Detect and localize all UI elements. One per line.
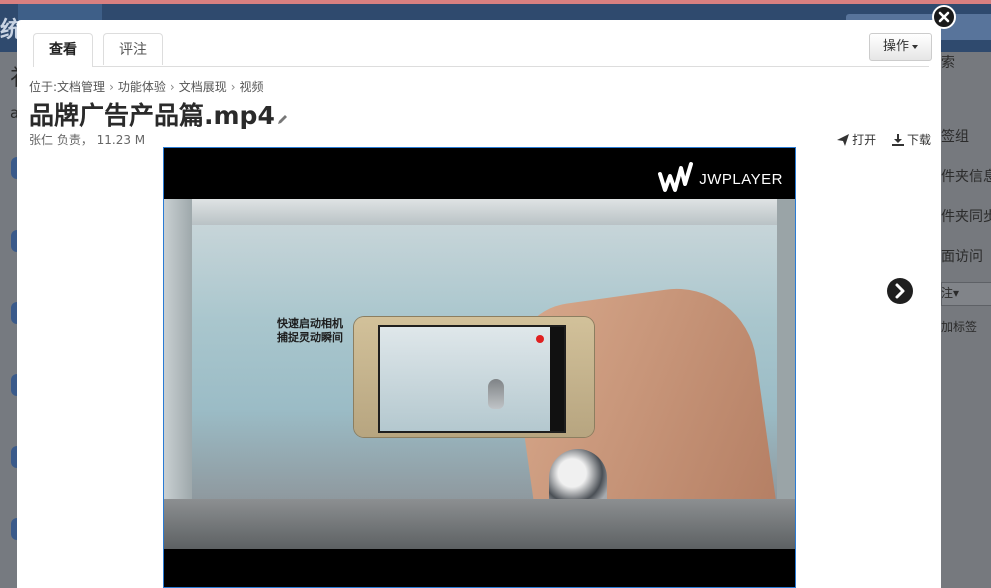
window-frame — [164, 199, 192, 549]
download-icon — [891, 134, 904, 146]
file-title-text: 品牌广告产品篇.mp4 — [29, 101, 275, 130]
phone-screen-sidebar — [550, 327, 564, 431]
record-dot-icon — [536, 335, 544, 343]
caption-line: 捕捉灵动瞬间 — [277, 331, 343, 344]
video-frame: 快速启动相机 捕捉灵动瞬间 — [164, 199, 795, 549]
breadcrumb-item[interactable]: 功能体验 — [118, 80, 166, 94]
jwplayer-brand: JWPLAYER — [699, 170, 783, 188]
open-link[interactable]: 打开 — [837, 131, 876, 148]
breadcrumb: 位于:文档管理 › 功能体验 › 文档展现 › 视频 — [29, 78, 264, 95]
breadcrumb-item[interactable]: 文档管理 — [57, 80, 105, 94]
tab-view[interactable]: 查看 — [33, 33, 93, 67]
background-right-item: 签组 — [941, 129, 969, 145]
small-bird-image — [488, 379, 504, 409]
video-caption: 快速启动相机 捕捉灵动瞬间 — [277, 317, 343, 345]
breadcrumb-separator: › — [109, 80, 114, 94]
jwplayer-logo: JWPLAYER — [657, 160, 783, 198]
file-title: 品牌广告产品篇.mp4 — [29, 96, 288, 132]
file-meta: 张仁 负责， 11.23 M — [29, 133, 146, 147]
background-right-item: 注▾ — [941, 286, 960, 300]
topbar-accent-line — [0, 0, 991, 4]
background-right-item: 索 — [941, 55, 955, 71]
next-document-button[interactable] — [887, 278, 913, 304]
open-label: 打开 — [852, 133, 877, 147]
close-icon — [938, 11, 950, 23]
window-frame — [777, 199, 795, 549]
phone-screen — [378, 325, 566, 433]
breadcrumb-item[interactable]: 文档展现 — [179, 80, 227, 94]
letterbox-bottom — [164, 549, 795, 587]
document-preview-dialog: 查看 评注 操作 位于:文档管理 › 功能体验 › 文档展现 › 视频 品牌广告产品篇.mp… — [17, 20, 941, 588]
background-right-item: 加标签 — [941, 320, 978, 334]
operations-dropdown-button[interactable]: 操作 — [869, 33, 933, 61]
caret-down-icon — [912, 44, 919, 49]
video-player[interactable]: JWPLAYER 快速启动相机 捕捉灵动瞬间 — [163, 147, 796, 588]
jwplayer-mark-icon — [658, 162, 694, 192]
dialog-tabs: 查看 评注 — [33, 33, 929, 67]
breadcrumb-item[interactable]: 视频 — [240, 80, 264, 94]
background-right-panel: 索 签组 件夹信息 件夹同步 面访问 注▾ 加标签 — [941, 52, 991, 588]
background-right-item: 面访问 — [941, 249, 983, 265]
operations-label: 操作 — [883, 39, 910, 54]
close-dialog-button[interactable] — [932, 5, 956, 29]
chevron-right-icon — [895, 283, 905, 299]
phone-image — [354, 317, 594, 437]
pencil-icon[interactable] — [277, 102, 288, 131]
window-frame — [164, 199, 795, 225]
breadcrumb-separator: › — [169, 80, 175, 94]
railing — [164, 499, 795, 549]
file-actions: 打开 下载 — [825, 131, 931, 148]
caption-line: 快速启动相机 — [277, 317, 343, 330]
download-label: 下载 — [906, 133, 931, 147]
send-icon — [837, 134, 850, 146]
tab-comments[interactable]: 评注 — [103, 33, 163, 65]
background-right-item: 件夹信息 — [941, 169, 991, 185]
background-left-panel: 祁 a — [0, 52, 32, 588]
breadcrumb-separator: › — [230, 80, 236, 94]
breadcrumb-prefix: 位于: — [29, 80, 58, 94]
download-link[interactable]: 下载 — [891, 131, 931, 148]
background-right-item: 件夹同步 — [941, 209, 991, 225]
